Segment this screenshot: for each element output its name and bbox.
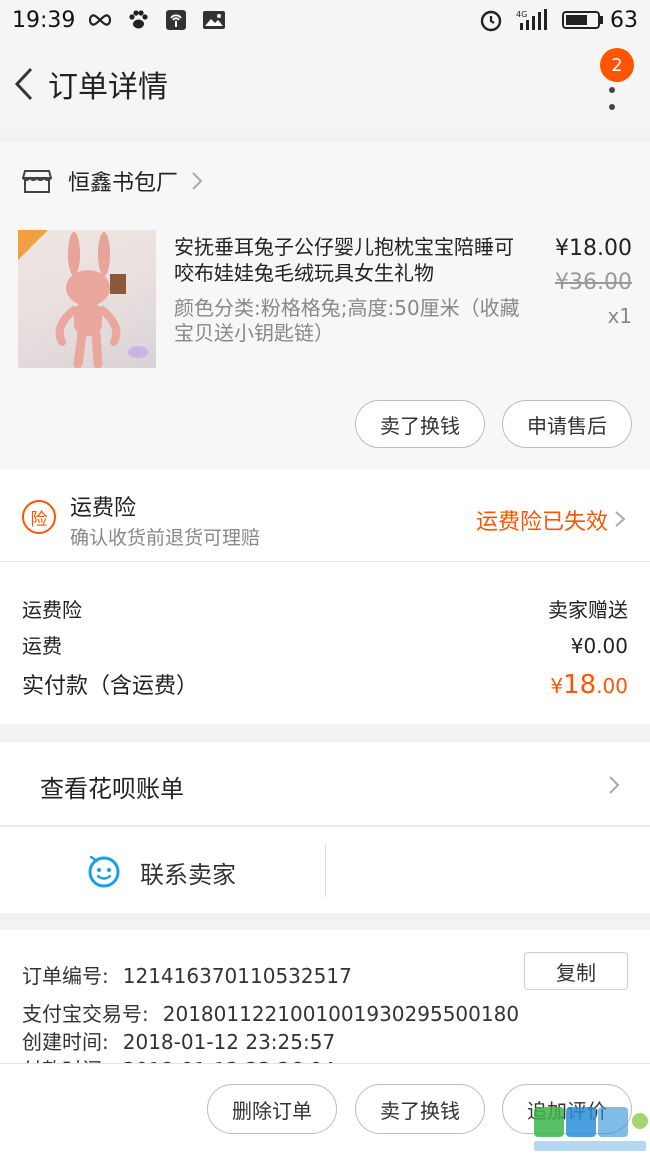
product-title[interactable]: 安抚垂耳兔子公仔婴儿抱枕宝宝陪睡可咬布娃娃兔毛绒玩具女生礼物 — [174, 234, 514, 286]
product-price: ¥18.00 — [555, 236, 632, 261]
alipay-number-label: 支付宝交易号: — [22, 1002, 149, 1026]
status-right: 4G 63 — [478, 8, 638, 33]
copy-button[interactable]: 复制 — [524, 952, 628, 990]
battery-level: 63 — [610, 7, 638, 33]
shop-row[interactable]: 恒鑫书包厂 — [0, 142, 650, 220]
order-info: 订单编号: 121416370110532517 复制 支付宝交易号: 201801… — [0, 930, 650, 1070]
total-decimal: .00 — [596, 674, 628, 698]
created-time-row: 创建时间: 2018-01-12 23:25:57 — [22, 1026, 335, 1055]
chat-face-icon — [88, 855, 120, 888]
infinity-icon — [87, 9, 113, 31]
fee-row-insurance: 运费险 卖家赠送 — [22, 594, 628, 623]
total-label: 实付款（含运费） — [22, 674, 199, 699]
insurance-subtitle: 确认收货前退货可理赔 — [70, 527, 261, 549]
sell-button[interactable]: 卖了换钱 — [355, 400, 485, 448]
fee-summary: 运费险 卖家赠送 运费 ¥0.00 实付款（含运费） ¥18.00 — [0, 562, 650, 724]
huabei-label: 查看花呗账单 — [40, 775, 184, 803]
created-time: 2018-01-12 23:25:57 — [122, 1030, 336, 1054]
fee-insurance-value: 卖家赠送 — [548, 598, 628, 622]
back-arrow-icon — [14, 67, 33, 101]
fee-row-total: 实付款（含运费） ¥18.00 — [22, 668, 628, 700]
product-card: 安抚垂耳兔子公仔婴儿抱枕宝宝陪睡可咬布娃娃兔毛绒玩具女生礼物 颜色分类:粉格格兔… — [0, 220, 650, 470]
insurance-status: 运费险已失效 — [475, 510, 608, 535]
delete-order-button[interactable]: 删除订单 — [207, 1084, 337, 1134]
network-type-label: 4G — [516, 10, 527, 19]
shop-name: 恒鑫书包厂 — [68, 171, 179, 196]
total-value: ¥18.00 — [550, 670, 628, 700]
fee-insurance-label: 运费险 — [22, 598, 82, 622]
battery-icon — [562, 9, 604, 31]
chevron-right-icon — [609, 776, 620, 794]
product-original-price: ¥36.00 — [555, 270, 632, 295]
alarm-icon — [478, 9, 504, 32]
after-sale-button[interactable]: 申请售后 — [502, 400, 632, 448]
title-bar: 订单详情 2 — [0, 40, 650, 128]
total-currency: ¥ — [550, 674, 564, 698]
store-icon — [22, 170, 52, 193]
wifi-hotspot-icon — [163, 9, 189, 31]
fee-shipping-value: ¥0.00 — [570, 634, 628, 658]
alipay-number: 2018011221001001930295500180 — [162, 1002, 520, 1026]
sell-button-bottom[interactable]: 卖了换钱 — [355, 1084, 485, 1134]
huabei-bill-row[interactable]: 查看花呗账单 — [0, 742, 650, 826]
shipping-insurance-row[interactable]: 险 运费险 确认收货前退货可理赔 运费险已失效 — [0, 470, 650, 562]
product-spec: 颜色分类:粉格格兔;高度:50厘米（收藏宝贝送小钥匙链） — [174, 296, 520, 345]
order-number: 121416370110532517 — [122, 964, 352, 988]
page-title: 订单详情 — [48, 70, 168, 105]
product-quantity: x1 — [607, 304, 632, 328]
insurance-title: 运费险 — [70, 496, 137, 521]
paw-icon — [125, 9, 151, 31]
product-thumbnail[interactable] — [18, 230, 156, 368]
chevron-right-icon — [615, 511, 626, 527]
alipay-number-row: 支付宝交易号: 2018011221001001930295500180 — [22, 998, 519, 1027]
fee-row-shipping: 运费 ¥0.00 — [22, 630, 628, 659]
signal-icon: 4G — [516, 9, 550, 31]
order-number-row: 订单编号: 121416370110532517 — [22, 960, 352, 989]
total-integer: 18 — [563, 670, 597, 700]
created-time-label: 创建时间: — [22, 1030, 109, 1054]
contact-seller-button[interactable]: 联系卖家 — [140, 855, 236, 890]
status-time: 19:39 — [12, 7, 76, 33]
order-number-label: 订单编号: — [22, 964, 109, 988]
image-icon — [201, 9, 227, 31]
insurance-icon: 险 — [22, 500, 56, 534]
notification-badge: 2 — [600, 48, 634, 82]
watermark-logo — [534, 1107, 648, 1151]
back-button[interactable] — [4, 54, 44, 114]
contact-divider — [325, 843, 326, 897]
fee-shipping-label: 运费 — [22, 634, 62, 658]
status-bar: 19:39 4G 63 — [0, 0, 650, 40]
contact-bar: 联系卖家 — [0, 827, 650, 913]
chevron-right-icon — [192, 172, 203, 190]
